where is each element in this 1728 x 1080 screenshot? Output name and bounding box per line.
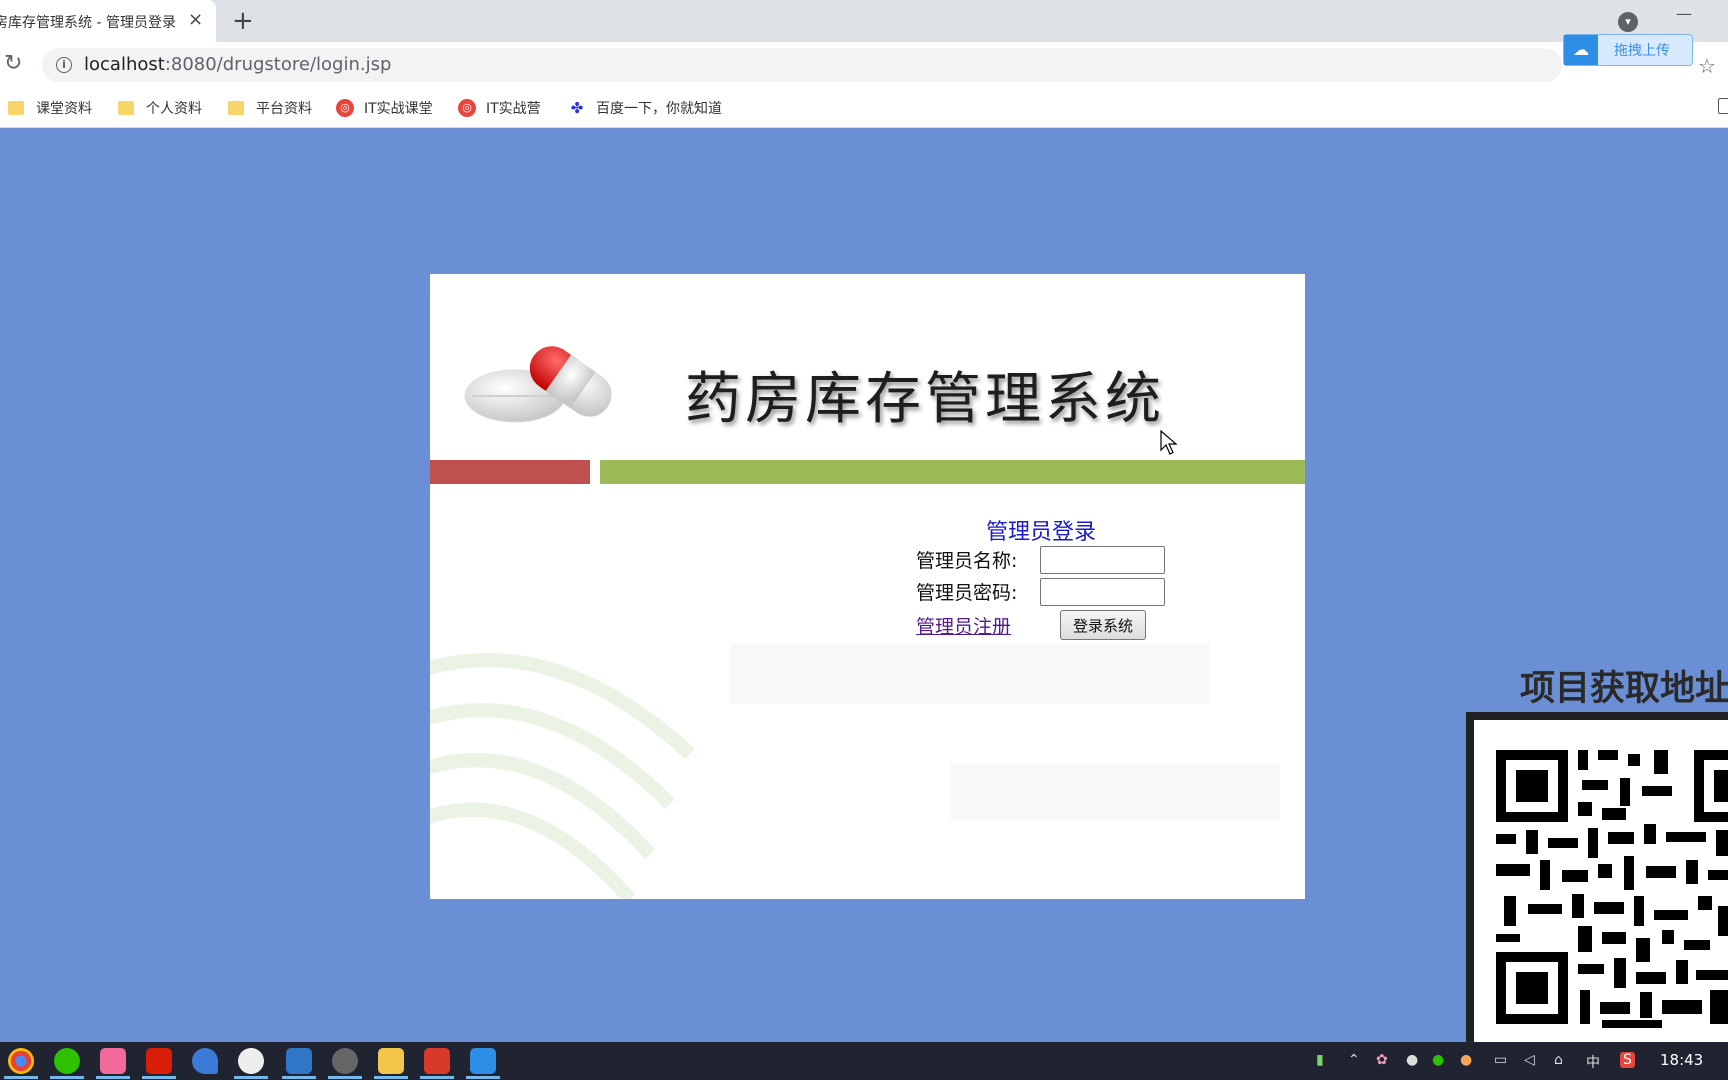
header-red-bar: [430, 460, 590, 484]
baidu-paw-icon: ✤: [570, 99, 584, 117]
header-green-bar: [600, 460, 1305, 484]
folder-icon: [118, 101, 134, 115]
microphone-icon[interactable]: ●: [1406, 1052, 1418, 1068]
active-app-indicator: [4, 1076, 38, 1079]
url-path: :8080/drugstore/login.jsp: [164, 54, 392, 75]
settings-icon[interactable]: [332, 1048, 358, 1074]
bookmark-label: 百度一下，你就知道: [596, 101, 722, 117]
netease-music-icon[interactable]: [146, 1048, 172, 1074]
wechat-icon[interactable]: [54, 1048, 80, 1074]
baidu-upload-button[interactable]: ☁ 拖拽上传: [1563, 34, 1693, 66]
tab-close-icon[interactable]: ×: [188, 10, 203, 30]
bookmark-item[interactable]: ✤ 百度一下，你就知道: [568, 98, 722, 118]
folder-icon: [228, 101, 244, 115]
it-logo-icon: ◎: [458, 99, 476, 117]
qr-code-icon: [1496, 750, 1728, 1028]
system-title: 药房库存管理系统: [685, 367, 1165, 432]
dolphin-icon[interactable]: [192, 1048, 218, 1074]
bookmark-label: 个人资料: [146, 101, 202, 117]
admin-name-input[interactable]: [1040, 546, 1165, 574]
chevron-up-icon[interactable]: ⌃: [1348, 1052, 1360, 1068]
address-toolbar: ↻ i localhost:8080/drugstore/login.jsp: [0, 42, 1728, 88]
active-app-indicator: [96, 1076, 130, 1079]
mouse-cursor-icon: [1160, 430, 1178, 455]
admin-password-input[interactable]: [1040, 578, 1165, 606]
new-tab-button[interactable]: +: [232, 6, 254, 36]
active-app-indicator: [328, 1076, 362, 1079]
network-icon[interactable]: ⌂: [1554, 1052, 1563, 1068]
bookmarks-bar: 课堂资料 个人资料 平台资料 ◎ IT实战课堂 ◎ IT实战营 ✤ 百度一下，你…: [0, 88, 1728, 128]
login-panel: 药房库存管理系统 管理员登录 管理员名称: 管理员密码: 管理员注册 登录系统: [430, 274, 1305, 899]
ime-icon[interactable]: 中: [1586, 1052, 1600, 1072]
baidu-netdisk-icon[interactable]: [470, 1048, 496, 1074]
it-logo-icon: ◎: [336, 99, 354, 117]
bookmark-label: 课堂资料: [36, 101, 92, 117]
qr-caption: 项目获取地址: [1520, 669, 1728, 709]
windows-taskbar: ▮ ⌃ ✿ ● ● ● ▭ ◁ ⌂ 中 S 18:43: [0, 1042, 1728, 1080]
pill-logo-icon: [464, 346, 612, 423]
login-form-title: 管理员登录: [986, 520, 1097, 545]
battery-icon[interactable]: ▭: [1494, 1052, 1507, 1068]
reload-icon[interactable]: ↻: [4, 51, 22, 77]
url-text: localhost:8080/drugstore/login.jsp: [84, 54, 391, 76]
admin-name-label: 管理员名称:: [916, 550, 1018, 572]
bookmark-item[interactable]: 个人资料: [118, 98, 202, 118]
qr-code-image: [1474, 720, 1728, 1046]
bookmark-label: IT实战课堂: [364, 101, 433, 117]
admin-register-link[interactable]: 管理员注册: [916, 612, 1011, 639]
reading-list-icon[interactable]: [1718, 98, 1728, 114]
browser-tab-active[interactable]: 药房库存管理系统 - 管理员登录 ×: [0, 0, 216, 42]
chevron-down-icon[interactable]: ▾: [1618, 12, 1638, 32]
tab-title: 药房库存管理系统 - 管理员登录: [0, 15, 176, 31]
file-explorer-icon[interactable]: [378, 1048, 404, 1074]
wps-icon[interactable]: [424, 1048, 450, 1074]
browser-tab-strip: 药房库存管理系统 - 管理员登录 × + ▾ —: [0, 0, 1728, 42]
sogou-ime-icon[interactable]: S: [1620, 1052, 1635, 1068]
battery-app-icon[interactable]: ▮: [1316, 1052, 1324, 1068]
flower-app-icon[interactable]: ✿: [1376, 1052, 1388, 1068]
cloud-icon: ☁: [1564, 35, 1598, 65]
login-button[interactable]: 登录系统: [1060, 610, 1146, 640]
photos-icon[interactable]: [286, 1048, 312, 1074]
bookmark-star-icon[interactable]: ☆: [1698, 54, 1716, 78]
camera-icon[interactable]: [238, 1048, 264, 1074]
wechat-tray-icon[interactable]: ●: [1432, 1052, 1444, 1068]
bookmark-label: 平台资料: [256, 101, 312, 117]
taskbar-clock[interactable]: 18:43: [1660, 1051, 1703, 1069]
bookmark-item[interactable]: 平台资料: [228, 98, 312, 118]
folder-icon: [8, 101, 24, 115]
active-app-indicator: [420, 1076, 454, 1079]
active-app-indicator: [466, 1076, 500, 1079]
active-app-indicator: [50, 1076, 84, 1079]
tray-app-icon[interactable]: ●: [1460, 1052, 1472, 1068]
bookmark-item[interactable]: ◎ IT实战课堂: [336, 98, 433, 118]
bookmark-item[interactable]: 课堂资料: [8, 98, 92, 118]
site-info-icon[interactable]: i: [56, 57, 72, 73]
bookmark-label: IT实战营: [486, 101, 541, 117]
app-pink-icon[interactable]: [100, 1048, 126, 1074]
background-watermark: [430, 644, 1280, 899]
url-host: localhost: [84, 54, 165, 75]
minimize-window-icon[interactable]: —: [1676, 4, 1692, 23]
active-app-indicator: [142, 1076, 176, 1079]
admin-password-label: 管理员密码:: [916, 582, 1018, 604]
active-app-indicator: [234, 1076, 268, 1079]
chrome-icon[interactable]: [8, 1048, 34, 1074]
bookmark-item[interactable]: ◎ IT实战营: [458, 98, 541, 118]
volume-icon[interactable]: ◁: [1524, 1052, 1535, 1068]
active-app-indicator: [374, 1076, 408, 1079]
upload-label: 拖拽上传: [1614, 43, 1670, 59]
active-app-indicator: [282, 1076, 316, 1079]
address-bar[interactable]: i localhost:8080/drugstore/login.jsp: [42, 48, 1562, 82]
